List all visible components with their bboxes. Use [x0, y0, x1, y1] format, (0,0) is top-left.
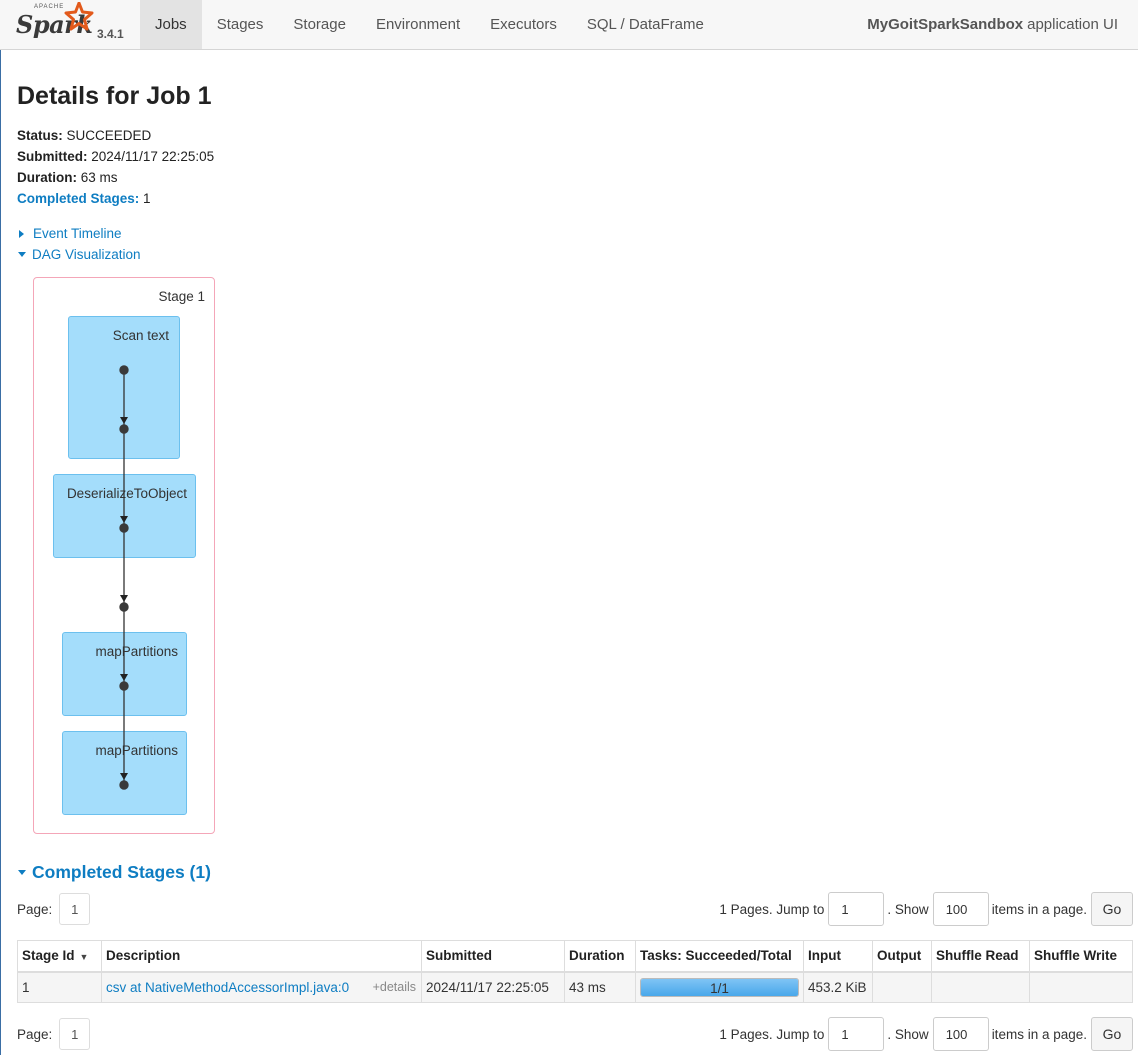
app-name: MyGoitSparkSandbox application UI [867, 0, 1138, 49]
table-header-row: Stage Id ▼ Description Submitted Duration… [17, 940, 1133, 973]
dag-visualization-label: DAG Visualization [32, 247, 141, 262]
details-toggle[interactable]: +details [373, 980, 416, 994]
dag-dot [119, 602, 129, 612]
job-summary: Status: SUCCEEDED Submitted: 2024/11/17 … [17, 125, 1133, 209]
pager-top: Page: 1 1 Pages. Jump to 1 . Show 100 it… [17, 892, 1133, 926]
cell-submitted: 2024/11/17 22:25:05 [421, 971, 565, 1003]
left-edge-rule [0, 50, 1, 1055]
tab-jobs[interactable]: Jobs [140, 0, 202, 49]
tasks-progress-text: 1/1 [710, 980, 729, 996]
show-text: . Show [887, 1026, 929, 1042]
page-number-button[interactable]: 1 [59, 893, 91, 925]
page-label: Page: [17, 901, 53, 917]
spark-logo[interactable]: APACHE Spark 3.4.1 [0, 0, 140, 49]
completed-stages-table: Stage Id ▼ Description Submitted Duration… [17, 940, 1133, 1003]
page-size-input[interactable]: 100 [932, 892, 989, 926]
jump-to-page-input[interactable]: 1 [828, 1017, 885, 1051]
cell-duration: 43 ms [564, 971, 636, 1003]
tab-storage[interactable]: Storage [278, 0, 361, 49]
pager-right: 1 Pages. Jump to 1 . Show 100 items in a… [719, 1017, 1133, 1051]
page-title: Details for Job 1 [17, 82, 212, 110]
tab-sql-dataframe[interactable]: SQL / DataFrame [572, 0, 719, 49]
dag-edges [119, 365, 129, 790]
status-value: SUCCEEDED [66, 128, 152, 143]
items-text: items in a page. [991, 901, 1087, 917]
completed-stages-row: Completed Stages: 1 [17, 188, 1133, 209]
pager-left: Page: 1 [17, 893, 91, 925]
event-timeline-label: Event Timeline [33, 226, 122, 241]
page-size-input[interactable]: 100 [932, 1017, 989, 1051]
cell-shuffle-read [931, 971, 1030, 1003]
page-number-button[interactable]: 1 [59, 1018, 91, 1050]
app-name-bold: MyGoitSparkSandbox [867, 16, 1024, 33]
caret-right-icon [19, 229, 24, 238]
go-button[interactable]: Go [1091, 1017, 1133, 1051]
submitted-label: Submitted: [17, 149, 88, 164]
caret-down-icon [18, 252, 26, 257]
pages-text: 1 Pages. Jump to [719, 901, 825, 917]
col-tasks[interactable]: Tasks: Succeeded/Total [635, 940, 804, 973]
show-text: . Show [887, 901, 929, 917]
table-row: 1 csv at NativeMethodAccessorImpl.java:0… [17, 971, 1133, 1003]
completed-stages-link[interactable]: Completed Stages: [17, 191, 139, 206]
cell-output [872, 971, 932, 1003]
col-submitted[interactable]: Submitted [421, 940, 565, 973]
cell-tasks: 1/1 [635, 971, 804, 1003]
tab-environment[interactable]: Environment [361, 0, 475, 49]
cell-shuffle-write [1029, 971, 1133, 1003]
go-button[interactable]: Go [1091, 892, 1133, 926]
completed-stages-header[interactable]: Completed Stages (1) [17, 862, 211, 883]
dag-dot [119, 365, 129, 375]
app-name-suffix: application UI [1027, 16, 1118, 33]
pager-right: 1 Pages. Jump to 1 . Show 100 items in a… [719, 892, 1133, 926]
col-duration[interactable]: Duration [564, 940, 636, 973]
cell-stage-id: 1 [17, 971, 102, 1003]
col-description[interactable]: Description [101, 940, 422, 973]
completed-stages-count: 1 [143, 191, 151, 206]
status-label: Status: [17, 128, 63, 143]
duration-label: Duration: [17, 170, 77, 185]
col-stage-id[interactable]: Stage Id ▼ [17, 940, 102, 973]
duration-row: Duration: 63 ms [17, 167, 1133, 188]
cell-input: 453.2 KiB [803, 971, 873, 1003]
dag-dot [119, 523, 129, 533]
status-row: Status: SUCCEEDED [17, 125, 1133, 146]
submitted-value: 2024/11/17 22:25:05 [91, 149, 215, 164]
cell-description: csv at NativeMethodAccessorImpl.java:0 +… [101, 971, 422, 1003]
completed-stages-title: Completed Stages (1) [32, 862, 211, 882]
dag-stage-cluster[interactable]: Stage 1 Scan text DeserializeToObject ma… [33, 277, 215, 834]
top-navbar: APACHE Spark 3.4.1 Jobs Stages Storage E… [0, 0, 1138, 50]
caret-down-icon [18, 870, 26, 875]
dag-dot [119, 780, 129, 790]
stage-description-link[interactable]: csv at NativeMethodAccessorImpl.java:0 [106, 980, 349, 995]
sort-desc-icon: ▼ [79, 952, 89, 963]
duration-value: 63 ms [80, 170, 118, 185]
pager-bottom: Page: 1 1 Pages. Jump to 1 . Show 100 it… [17, 1017, 1133, 1051]
submitted-row: Submitted: 2024/11/17 22:25:05 [17, 146, 1133, 167]
tab-stages[interactable]: Stages [202, 0, 279, 49]
job-details-content: Details for Job 1 Status: SUCCEEDED Subm… [17, 60, 1133, 265]
event-timeline-toggle[interactable]: Event Timeline [17, 223, 1133, 244]
items-text: items in a page. [991, 1026, 1087, 1042]
col-input[interactable]: Input [803, 940, 873, 973]
jump-to-page-input[interactable]: 1 [828, 892, 885, 926]
pager-left: Page: 1 [17, 1018, 91, 1050]
pages-text: 1 Pages. Jump to [719, 1026, 825, 1042]
tab-executors[interactable]: Executors [475, 0, 572, 49]
col-output[interactable]: Output [872, 940, 932, 973]
nav-tabs: Jobs Stages Storage Environment Executor… [140, 0, 719, 49]
col-stage-id-label: Stage Id [22, 948, 75, 964]
dag-visualization-toggle[interactable]: DAG Visualization [17, 244, 1133, 265]
dag-dot [119, 424, 129, 434]
spark-star-icon [64, 2, 94, 31]
tasks-progress-bar: 1/1 [640, 977, 799, 997]
spark-version: 3.4.1 [97, 27, 124, 41]
page-label: Page: [17, 1026, 53, 1042]
dag-dot [119, 681, 129, 691]
col-shuffle-read[interactable]: Shuffle Read [931, 940, 1030, 973]
col-shuffle-write[interactable]: Shuffle Write [1029, 940, 1133, 973]
